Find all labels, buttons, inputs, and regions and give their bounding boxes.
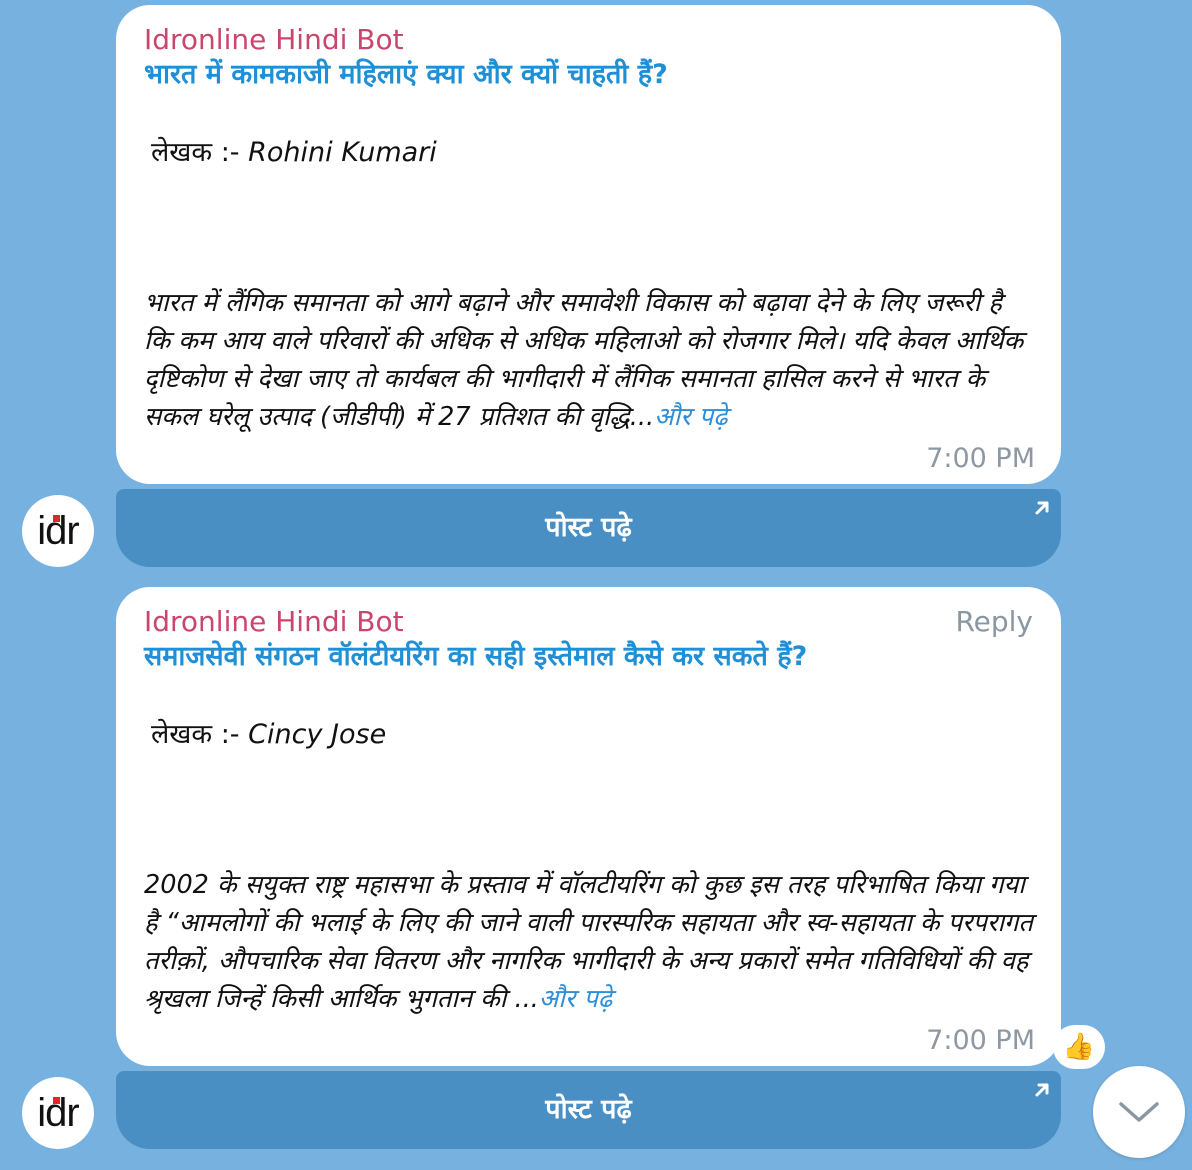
post-excerpt: भारत में लैंगिक समानता को आगे बढ़ाने और … bbox=[144, 284, 1034, 436]
read-post-label: पोस्ट पढ़े bbox=[545, 1094, 632, 1125]
scroll-down-button[interactable] bbox=[1093, 1066, 1185, 1158]
post-title: समाजसेवी संगठन वॉलंटीयरिंग का सही इस्तेम… bbox=[144, 641, 808, 672]
read-post-label: पोस्ट पढ़े bbox=[545, 512, 632, 543]
reply-button[interactable]: Reply bbox=[955, 607, 1033, 637]
author-label: लेखक :- bbox=[151, 719, 240, 750]
logo-dot bbox=[53, 1097, 60, 1104]
sender-name[interactable]: Idronline Hindi Bot bbox=[144, 25, 1033, 55]
excerpt-text: भारत में लैंगिक समानता को आगे बढ़ाने और … bbox=[144, 288, 1024, 432]
read-more-link[interactable]: और पढ़े bbox=[654, 402, 727, 432]
message-time: 7:00 PM bbox=[926, 443, 1035, 474]
author-name: Rohini Kumari bbox=[248, 137, 437, 168]
read-post-button[interactable]: पोस्ट पढ़े bbox=[116, 489, 1061, 567]
sender-name[interactable]: Idronline Hindi Bot bbox=[144, 607, 1033, 637]
message-time: 7:00 PM bbox=[926, 1025, 1035, 1056]
author-label: लेखक :- bbox=[151, 137, 240, 168]
arrow-up-right-icon bbox=[1031, 1079, 1053, 1101]
avatar[interactable]: idr bbox=[22, 1077, 94, 1149]
post-excerpt: 2002 के सयुक्त राष्ट्र महासभा के प्रस्ता… bbox=[144, 866, 1034, 1018]
message-bubble[interactable]: Idronline Hindi Bot भारत में कामकाजी महि… bbox=[116, 5, 1061, 484]
author-name: Cincy Jose bbox=[248, 719, 387, 750]
arrow-up-right-icon bbox=[1031, 497, 1053, 519]
avatar[interactable]: idr bbox=[22, 495, 94, 567]
message-bubble[interactable]: Idronline Hindi Bot Reply समाजसेवी संगठन… bbox=[116, 587, 1061, 1066]
read-more-link[interactable]: और पढ़े bbox=[539, 984, 612, 1014]
post-title: भारत में कामकाजी महिलाएं क्या और क्यों च… bbox=[144, 59, 668, 90]
author-line: लेखक :- Cincy Jose bbox=[151, 718, 1033, 752]
thumbs-up-icon[interactable]: 👍 bbox=[1053, 1025, 1105, 1069]
chevron-down-icon bbox=[1119, 1102, 1159, 1122]
logo-dot bbox=[53, 515, 60, 522]
author-line: लेखक :- Rohini Kumari bbox=[151, 136, 1033, 170]
read-post-button[interactable]: पोस्ट पढ़े bbox=[116, 1071, 1061, 1149]
